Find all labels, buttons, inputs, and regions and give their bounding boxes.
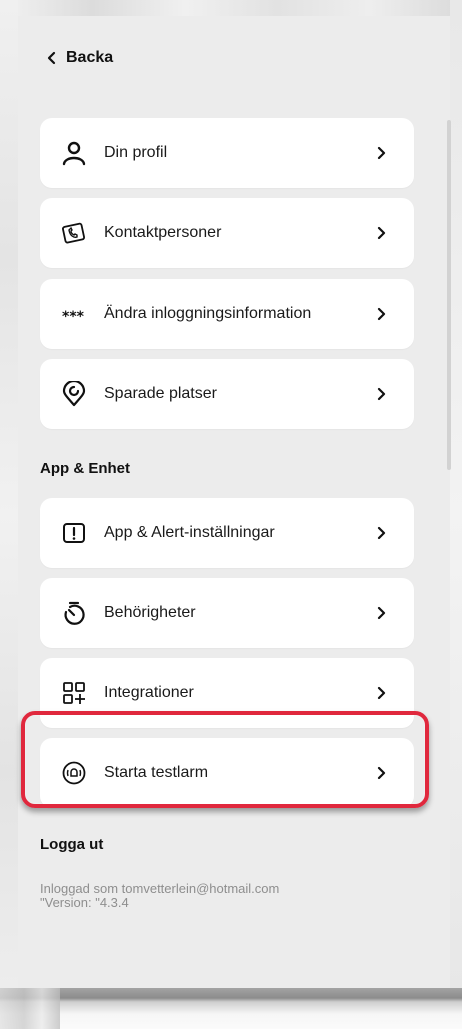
logout-button[interactable]: Logga ut xyxy=(40,836,103,853)
menu-item-app-alert-settings[interactable]: App & Alert-inställningar xyxy=(40,498,414,568)
chevron-right-icon xyxy=(372,523,392,543)
stopwatch-icon xyxy=(60,599,88,627)
svg-text:***: *** xyxy=(62,309,85,325)
account-info: Inloggad som tomvetterlein@hotmail.com "… xyxy=(40,882,279,910)
chevron-right-icon xyxy=(372,304,392,324)
logged-in-text: Inloggad som tomvetterlein@hotmail.com xyxy=(40,881,280,896)
back-button[interactable]: Backa xyxy=(42,48,113,68)
menu-item-saved-places[interactable]: Sparade platser xyxy=(40,359,414,429)
back-label: Backa xyxy=(66,49,114,66)
grid-add-icon xyxy=(60,679,88,707)
highlight-outline xyxy=(21,711,429,808)
menu-item-label: Sparade platser xyxy=(104,385,217,402)
alert-square-icon xyxy=(60,519,88,547)
menu-item-label: Behörigheter xyxy=(104,604,196,621)
contact-card-icon xyxy=(60,219,88,247)
chevron-right-icon xyxy=(372,683,392,703)
menu-item-label: Kontaktpersoner xyxy=(104,224,222,241)
menu-item-label: App & Alert-inställningar xyxy=(104,524,275,541)
section-title-app-device: App & Enhet xyxy=(40,460,130,477)
chevron-left-icon xyxy=(42,48,62,68)
screenshot-frame-top xyxy=(0,0,462,16)
screenshot-frame-right xyxy=(450,0,462,1029)
location-pin-icon xyxy=(60,380,88,408)
menu-item-contacts[interactable]: Kontaktpersoner xyxy=(40,198,414,268)
menu-item-profile[interactable]: Din profil xyxy=(40,118,414,188)
menu-item-label: Din profil xyxy=(104,144,168,161)
menu-item-label: Ändra inloggningsinformation xyxy=(104,305,312,322)
menu-item-permissions[interactable]: Behörigheter xyxy=(40,578,414,648)
menu-item-label: Integrationer xyxy=(104,684,194,701)
screenshot-frame-bottom xyxy=(0,988,462,1029)
chevron-right-icon xyxy=(372,223,392,243)
screenshot-frame-left xyxy=(0,0,18,1029)
chevron-right-icon xyxy=(372,603,392,623)
version-text: "Version: "4.3.4 xyxy=(40,895,129,910)
scrollbar[interactable] xyxy=(447,120,451,470)
menu-item-change-login[interactable]: *** Ändra inloggningsinformation xyxy=(40,279,414,349)
password-dots-icon: *** xyxy=(60,300,88,328)
person-icon xyxy=(60,139,88,167)
chevron-right-icon xyxy=(372,384,392,404)
chevron-right-icon xyxy=(372,143,392,163)
